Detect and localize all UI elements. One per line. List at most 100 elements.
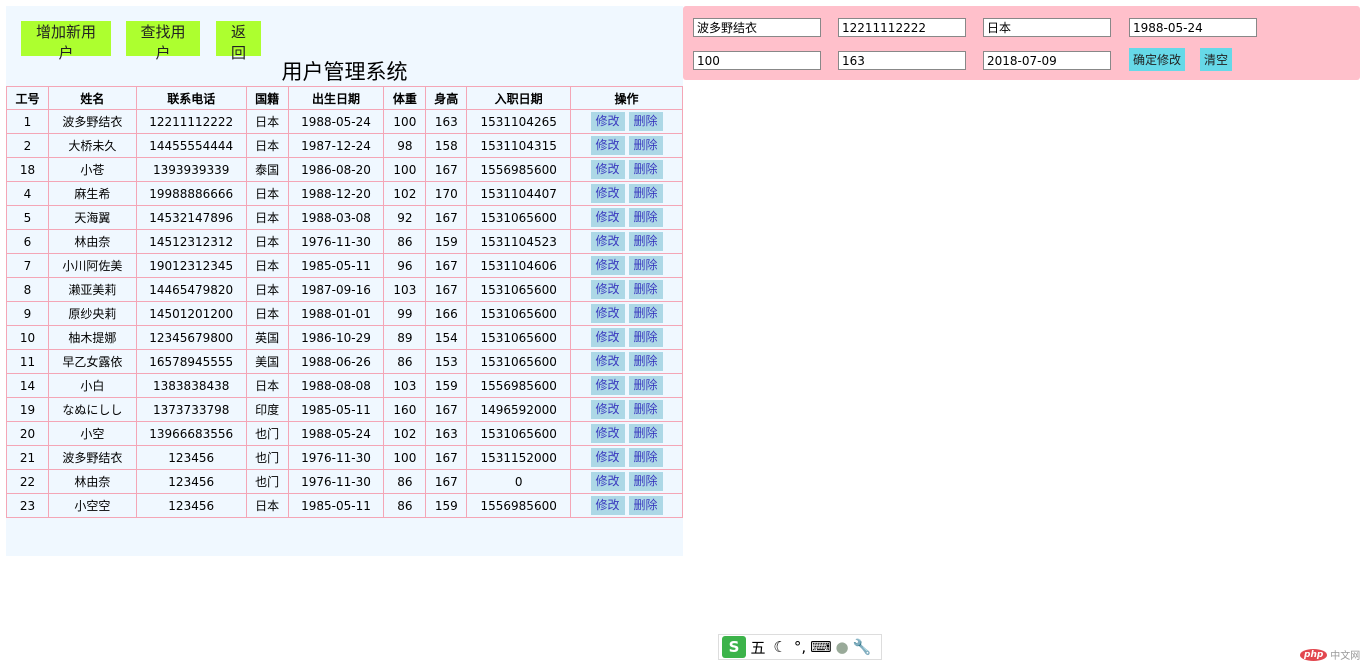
cell-actions: 修改 删除 (570, 373, 683, 398)
delete-row-button[interactable]: 删除 (628, 208, 663, 227)
punctuation-icon[interactable]: °, (790, 638, 810, 656)
ime-logo-icon[interactable]: S (722, 636, 746, 658)
edit-row-button[interactable]: 修改 (590, 400, 625, 419)
delete-row-button[interactable]: 删除 (628, 376, 663, 395)
ime-mode-label[interactable]: 五 (746, 637, 770, 658)
cell-actions: 修改 删除 (570, 109, 683, 134)
edit-row-button[interactable]: 修改 (590, 160, 625, 179)
cell-phone: 16578945555 (135, 349, 247, 374)
delete-row-button[interactable]: 删除 (628, 496, 663, 515)
cell-country: 日本 (245, 301, 289, 326)
cell-phone: 12345679800 (135, 325, 247, 350)
cell-name: 小川阿佐美 (47, 253, 137, 278)
delete-row-button[interactable]: 删除 (628, 160, 663, 179)
cell-actions: 修改 删除 (570, 469, 683, 494)
confirm-edit-button[interactable]: 确定修改 (1129, 48, 1185, 71)
cell-hire-date: 1496592000 (466, 397, 572, 422)
cell-hire-date: 1556985600 (466, 157, 572, 182)
delete-row-button[interactable]: 删除 (628, 328, 663, 347)
edit-row-button[interactable]: 修改 (590, 280, 625, 299)
cell-birthday: 1986-08-20 (287, 157, 385, 182)
cell-name: 早乙女露依 (47, 349, 137, 374)
birthday-input[interactable] (1129, 18, 1257, 37)
moon-icon[interactable]: ☾ (770, 638, 790, 656)
delete-row-button[interactable]: 删除 (628, 112, 663, 131)
cell-country: 日本 (245, 205, 289, 230)
find-user-button[interactable]: 查找用户 (126, 21, 200, 62)
cell-actions: 修改 删除 (570, 493, 683, 518)
cell-id: 5 (6, 205, 49, 230)
cell-birthday: 1988-01-01 (287, 301, 385, 326)
delete-row-button[interactable]: 删除 (628, 280, 663, 299)
cell-actions: 修改 删除 (570, 325, 683, 350)
cell-name: 天海翼 (47, 205, 137, 230)
cell-birthday: 1985-05-11 (287, 493, 385, 518)
cell-phone: 123456 (135, 493, 247, 518)
add-user-button[interactable]: 增加新用户 (21, 21, 111, 62)
cell-birthday: 1988-06-26 (287, 349, 385, 374)
delete-row-button[interactable]: 删除 (628, 136, 663, 155)
clear-button[interactable]: 清空 (1200, 48, 1232, 71)
cell-id: 14 (6, 373, 49, 398)
cell-actions: 修改 删除 (570, 301, 683, 326)
delete-row-button[interactable]: 删除 (628, 232, 663, 251)
cell-birthday: 1987-12-24 (287, 133, 385, 158)
edit-row-button[interactable]: 修改 (590, 256, 625, 275)
cell-weight: 160 (383, 397, 427, 422)
delete-row-button[interactable]: 删除 (628, 400, 663, 419)
cell-id: 8 (6, 277, 49, 302)
cell-height: 166 (425, 301, 468, 326)
cell-height: 167 (425, 253, 468, 278)
edit-row-button[interactable]: 修改 (590, 136, 625, 155)
height-input[interactable] (838, 51, 966, 70)
edit-row-button[interactable]: 修改 (590, 352, 625, 371)
edit-row-button[interactable]: 修改 (590, 304, 625, 323)
table-row: 23 小空空 123456 日本 1985-05-11 86 159 1556985600 修改… (6, 493, 683, 518)
edit-row-button[interactable]: 修改 (590, 472, 625, 491)
cell-hire-date: 1556985600 (466, 493, 572, 518)
edit-row-button[interactable]: 修改 (590, 376, 625, 395)
cell-birthday: 1976-11-30 (287, 229, 385, 254)
cell-weight: 100 (383, 445, 427, 470)
cell-hire-date: 1531065600 (466, 277, 572, 302)
table-row: 9 原纱央莉 14501201200 日本 1988-01-01 99 166 1531065… (6, 301, 683, 326)
cell-height: 167 (425, 397, 468, 422)
weight-input[interactable] (693, 51, 821, 70)
cell-height: 167 (425, 469, 468, 494)
delete-row-button[interactable]: 删除 (628, 256, 663, 275)
cell-height: 167 (425, 205, 468, 230)
edit-row-button[interactable]: 修改 (590, 328, 625, 347)
edit-row-button[interactable]: 修改 (590, 112, 625, 131)
delete-row-button[interactable]: 删除 (628, 352, 663, 371)
delete-row-button[interactable]: 删除 (628, 184, 663, 203)
cell-weight: 86 (383, 493, 427, 518)
keyboard-icon[interactable]: ⌨ (810, 638, 832, 656)
wrench-icon[interactable]: 🔧 (852, 638, 872, 656)
country-input[interactable] (983, 18, 1111, 37)
edit-row-button[interactable]: 修改 (590, 208, 625, 227)
delete-row-button[interactable]: 删除 (628, 448, 663, 467)
edit-row-button[interactable]: 修改 (590, 232, 625, 251)
back-button[interactable]: 返回 (216, 21, 261, 62)
table-row: 18 小苍 1393939339 泰国 1986-08-20 100 167 15569856… (6, 157, 683, 182)
delete-row-button[interactable]: 删除 (628, 472, 663, 491)
cell-name: 大桥未久 (47, 133, 137, 158)
edit-row-button[interactable]: 修改 (590, 424, 625, 443)
cell-id: 9 (6, 301, 49, 326)
cell-country: 也门 (245, 445, 289, 470)
delete-row-button[interactable]: 删除 (628, 424, 663, 443)
edit-row-button[interactable]: 修改 (590, 496, 625, 515)
hire-date-input[interactable] (983, 51, 1111, 70)
name-input[interactable] (693, 18, 821, 37)
watermark-text: 中文网 (1330, 651, 1361, 662)
edit-row-button[interactable]: 修改 (590, 448, 625, 467)
user-icon[interactable]: ● (832, 638, 852, 656)
delete-row-button[interactable]: 删除 (628, 304, 663, 323)
table-row: 8 濑亚美莉 14465479820 日本 1987-09-16 103 167 153106… (6, 277, 683, 302)
cell-country: 日本 (245, 373, 289, 398)
phone-input[interactable] (838, 18, 966, 37)
header-weight: 体重 (383, 86, 427, 110)
cell-id: 21 (6, 445, 49, 470)
edit-row-button[interactable]: 修改 (590, 184, 625, 203)
cell-hire-date: 1531065600 (466, 205, 572, 230)
